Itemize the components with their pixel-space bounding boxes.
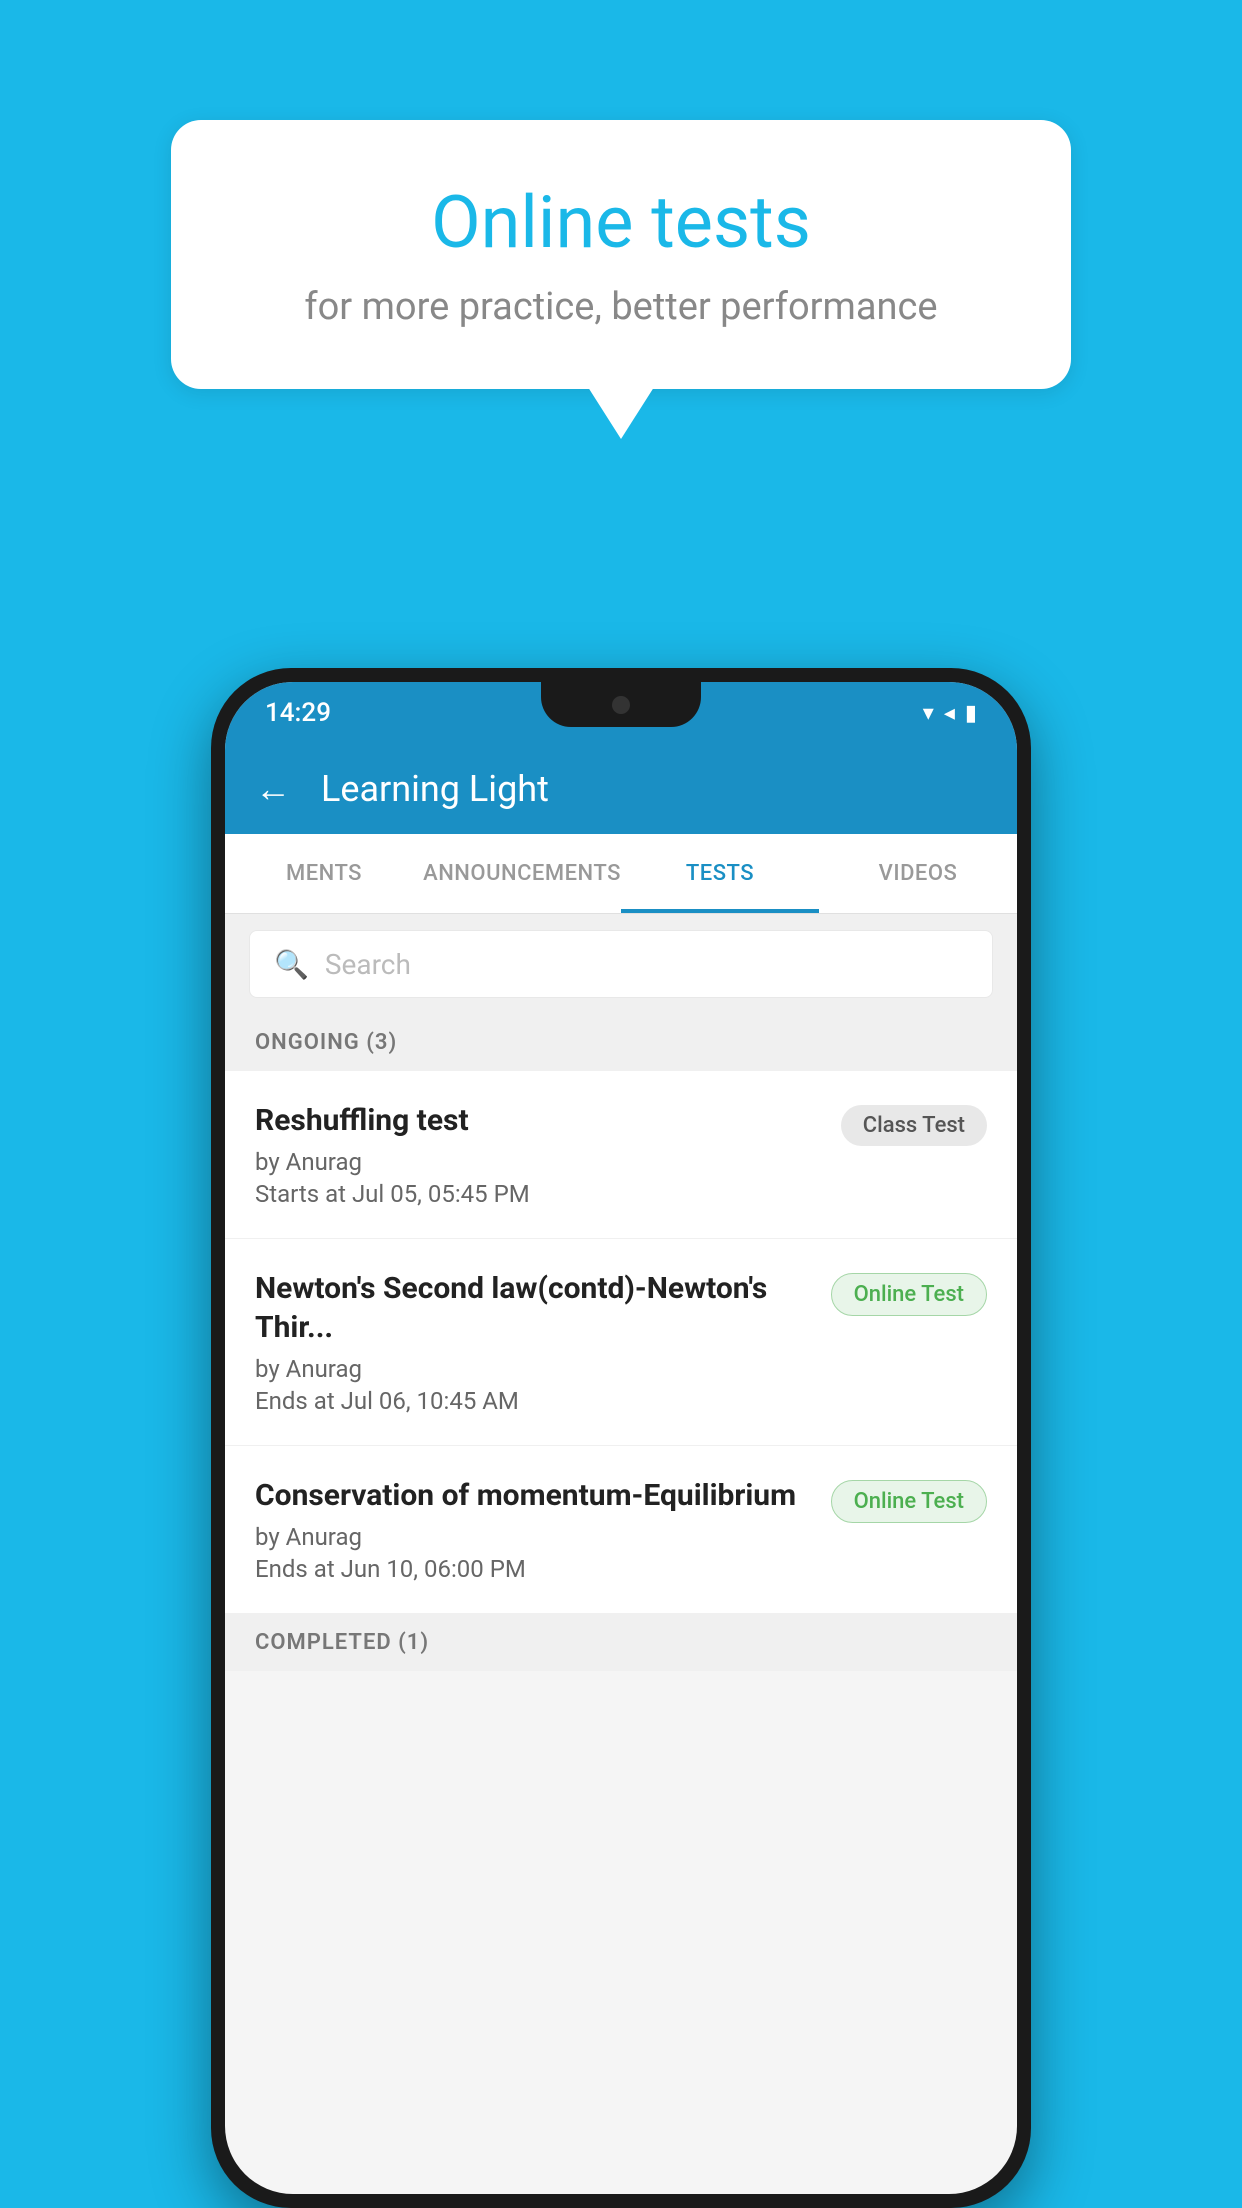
search-placeholder: Search — [325, 948, 411, 981]
test-author-1: by Anurag — [255, 1148, 821, 1176]
tab-announcements[interactable]: ANNOUNCEMENTS — [423, 834, 621, 913]
completed-section-label: COMPLETED (1) — [225, 1614, 1017, 1671]
test-name-1: Reshuffling test — [255, 1101, 821, 1140]
tabs-bar: MENTS ANNOUNCEMENTS TESTS VIDEOS — [225, 834, 1017, 914]
test-time-1: Starts at Jul 05, 05:45 PM — [255, 1180, 821, 1208]
test-info-1: Reshuffling test by Anurag Starts at Jul… — [255, 1101, 841, 1208]
app-bar-title: Learning Light — [321, 768, 549, 810]
status-bar: 14:29 ▾ ◂ ▮ — [225, 682, 1017, 744]
phone-outer: 14:29 ▾ ◂ ▮ ← Learning Light MENTS — [211, 668, 1031, 2208]
back-button[interactable]: ← — [255, 768, 291, 810]
test-item-2[interactable]: Newton's Second law(contd)-Newton's Thir… — [225, 1239, 1017, 1446]
tab-videos[interactable]: VIDEOS — [819, 834, 1017, 913]
signal-icon: ◂ — [944, 701, 955, 726]
wifi-icon: ▾ — [923, 701, 934, 726]
phone-wrapper: 14:29 ▾ ◂ ▮ ← Learning Light MENTS — [211, 668, 1031, 2208]
search-icon: 🔍 — [274, 948, 309, 981]
phone-screen: 14:29 ▾ ◂ ▮ ← Learning Light MENTS — [225, 682, 1017, 2194]
tests-list: Reshuffling test by Anurag Starts at Jul… — [225, 1071, 1017, 1671]
test-info-2: Newton's Second law(contd)-Newton's Thir… — [255, 1269, 831, 1415]
test-badge-1: Class Test — [841, 1105, 987, 1146]
search-bar[interactable]: 🔍 Search — [249, 930, 993, 998]
camera-dot — [612, 696, 630, 714]
tab-ments[interactable]: MENTS — [225, 834, 423, 913]
test-badge-3: Online Test — [831, 1480, 987, 1523]
test-author-3: by Anurag — [255, 1523, 811, 1551]
tab-tests[interactable]: TESTS — [621, 834, 819, 913]
test-item-1[interactable]: Reshuffling test by Anurag Starts at Jul… — [225, 1071, 1017, 1239]
search-container: 🔍 Search — [225, 914, 1017, 1014]
test-badge-2: Online Test — [831, 1273, 987, 1316]
app-bar: ← Learning Light — [225, 744, 1017, 834]
status-icons: ▾ ◂ ▮ — [923, 701, 977, 726]
bubble-title: Online tests — [251, 180, 991, 265]
status-time: 14:29 — [265, 698, 331, 728]
ongoing-section-label: ONGOING (3) — [225, 1014, 1017, 1071]
test-item-3[interactable]: Conservation of momentum-Equilibrium by … — [225, 1446, 1017, 1614]
test-author-2: by Anurag — [255, 1355, 811, 1383]
speech-bubble-container: Online tests for more practice, better p… — [171, 120, 1071, 389]
test-time-2: Ends at Jul 06, 10:45 AM — [255, 1387, 811, 1415]
speech-bubble: Online tests for more practice, better p… — [171, 120, 1071, 389]
test-time-3: Ends at Jun 10, 06:00 PM — [255, 1555, 811, 1583]
notch — [541, 682, 701, 727]
bubble-subtitle: for more practice, better performance — [251, 285, 991, 329]
test-name-2: Newton's Second law(contd)-Newton's Thir… — [255, 1269, 811, 1347]
test-name-3: Conservation of momentum-Equilibrium — [255, 1476, 811, 1515]
battery-icon: ▮ — [965, 701, 977, 726]
test-info-3: Conservation of momentum-Equilibrium by … — [255, 1476, 831, 1583]
